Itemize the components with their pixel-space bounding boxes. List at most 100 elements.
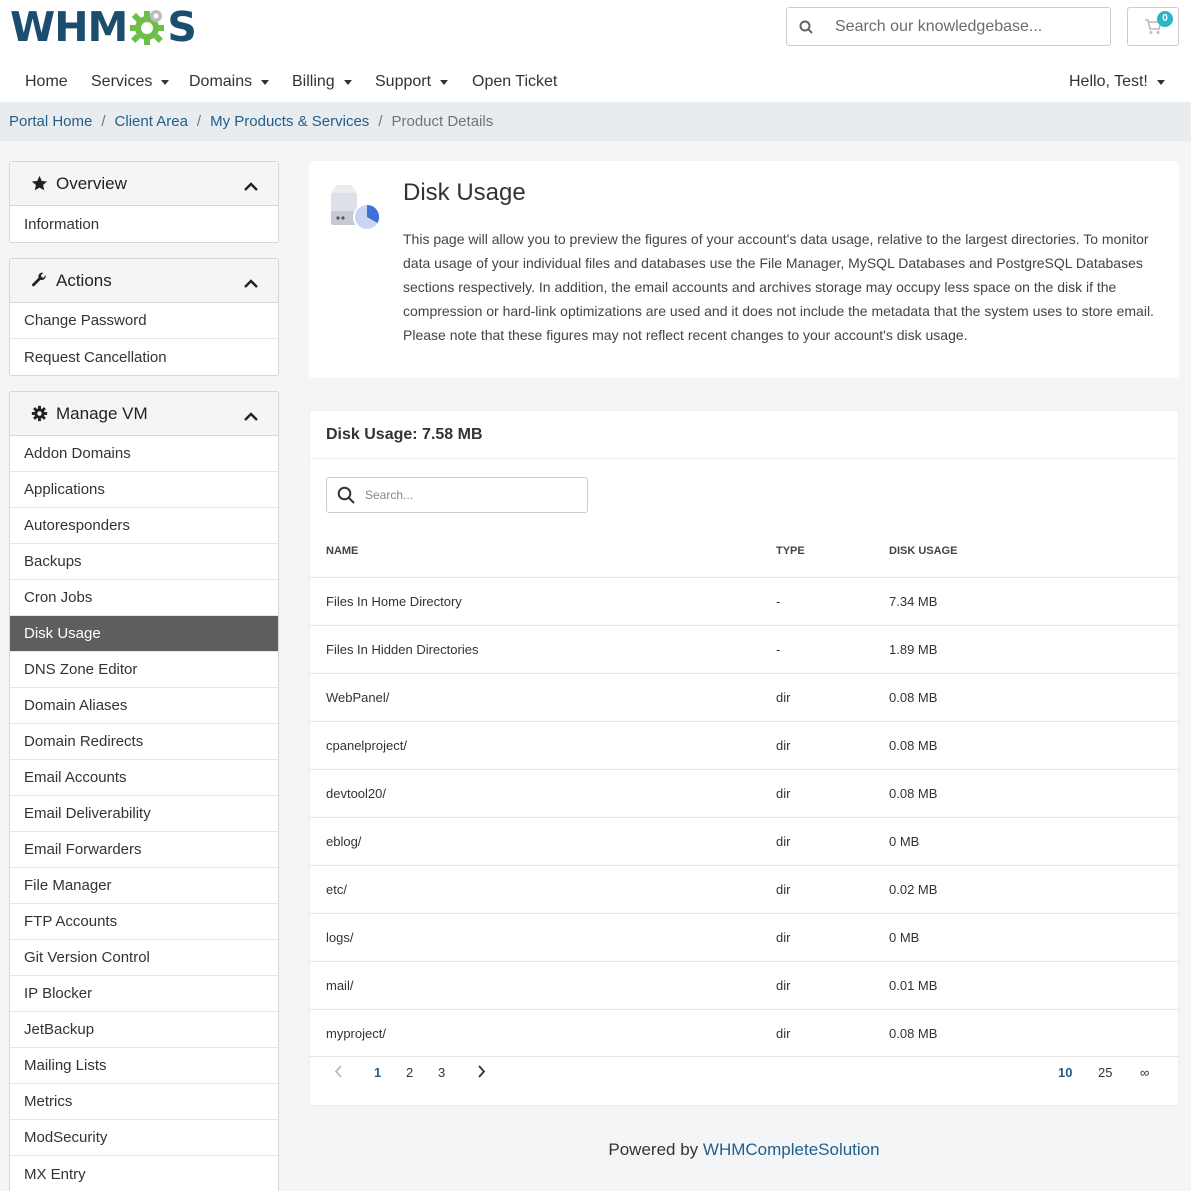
sidebar-item-domain-aliases[interactable]: Domain Aliases — [10, 688, 278, 724]
table-row[interactable]: mail/dir 0.01 MB — [310, 961, 1178, 1009]
cell-type: dir — [776, 786, 791, 801]
nav-billing[interactable]: Billing — [292, 73, 352, 91]
table-row[interactable]: WebPanel/dir 0.08 MB — [310, 673, 1178, 721]
chevron-up-icon[interactable] — [244, 274, 258, 294]
sidebar-item-mx-entry[interactable]: MX Entry — [10, 1156, 278, 1191]
sidebar-item-disk-usage[interactable]: Disk Usage — [10, 616, 278, 652]
manage-panel-header[interactable]: Manage VM — [10, 392, 278, 436]
sidebar-item-modsecurity[interactable]: ModSecurity — [10, 1120, 278, 1156]
footer-prefix: Powered by — [608, 1140, 699, 1159]
sidebar-item-file-manager[interactable]: File Manager — [10, 868, 278, 904]
breadcrumb-my-products[interactable]: My Products & Services — [210, 113, 369, 130]
cell-disk-usage: 7.34 MB — [889, 594, 938, 609]
sidebar-item-autoresponders[interactable]: Autoresponders — [10, 508, 278, 544]
table-row[interactable]: Files In Hidden Directories - 1.89 MB — [310, 625, 1178, 673]
sidebar-item-git-version-control[interactable]: Git Version Control — [10, 940, 278, 976]
nav-home[interactable]: Home — [25, 73, 68, 91]
breadcrumb-client-area[interactable]: Client Area — [115, 113, 188, 130]
page-title: Disk Usage — [403, 179, 526, 206]
cell-name: Files In Hidden Directories — [326, 642, 479, 657]
breadcrumb-portal-home[interactable]: Portal Home — [9, 113, 92, 130]
sidebar-item-cron-jobs[interactable]: Cron Jobs — [10, 580, 278, 616]
cell-disk-usage: 0.08 MB — [889, 738, 938, 753]
nav-domains[interactable]: Domains — [189, 73, 270, 91]
cell-disk-usage: 0.08 MB — [889, 1026, 938, 1041]
cell-name: mail/ — [326, 978, 354, 993]
sidebar-item-change-password[interactable]: Change Password — [10, 303, 278, 339]
sidebar-item-addon-domains[interactable]: Addon Domains — [10, 436, 278, 472]
disk-usage-total: Disk Usage: 7.58 MB — [326, 426, 483, 443]
actions-panel-title: Actions — [56, 270, 112, 290]
table-search[interactable] — [326, 477, 588, 513]
divider — [310, 458, 1178, 459]
knowledgebase-search[interactable] — [786, 7, 1111, 46]
breadcrumb-current: Product Details — [391, 113, 494, 130]
search-icon — [327, 486, 365, 504]
sidebar-item-ftp-accounts[interactable]: FTP Accounts — [10, 904, 278, 940]
sidebar-item-ip-blocker[interactable]: IP Blocker — [10, 976, 278, 1012]
sidebar-item-information[interactable]: Information — [10, 206, 278, 242]
logo-gear-icon — [128, 8, 166, 46]
table-row[interactable]: eblog/dir 0 MB — [310, 817, 1178, 865]
column-header-type[interactable]: TYPE — [776, 545, 805, 557]
sidebar-item-email-forwarders[interactable]: Email Forwarders — [10, 832, 278, 868]
logo[interactable]: WHM S — [10, 3, 197, 51]
sidebar-item-applications[interactable]: Applications — [10, 472, 278, 508]
sidebar-item-domain-redirects[interactable]: Domain Redirects — [10, 724, 278, 760]
sidebar-item-email-accounts[interactable]: Email Accounts — [10, 760, 278, 796]
cell-type: dir — [776, 690, 791, 705]
manage-panel-title: Manage VM — [56, 403, 148, 423]
sidebar-actions-panel: Actions Change Password Request Cancella… — [9, 258, 279, 376]
table-row[interactable]: cpanelproject/dir 0.08 MB — [310, 721, 1178, 769]
nav-support-label: Support — [375, 73, 432, 90]
nav-support[interactable]: Support — [375, 73, 449, 91]
sidebar-item-mailing-lists[interactable]: Mailing Lists — [10, 1048, 278, 1084]
cart-button[interactable]: 0 — [1127, 7, 1179, 46]
page-size-10[interactable]: 10 — [1058, 1065, 1072, 1080]
table-row[interactable]: logs/dir 0 MB — [310, 913, 1178, 961]
table-row[interactable]: myproject/dir 0.08 MB — [310, 1009, 1178, 1057]
cell-disk-usage: 0.08 MB — [889, 786, 938, 801]
sidebar-item-email-deliverability[interactable]: Email Deliverability — [10, 796, 278, 832]
pagination-page-1[interactable]: 1 — [374, 1065, 381, 1080]
pagination-page-2[interactable]: 2 — [406, 1065, 413, 1080]
table-search-input[interactable] — [365, 488, 587, 502]
sidebar-item-jetbackup[interactable]: JetBackup — [10, 1012, 278, 1048]
overview-panel-header[interactable]: Overview — [10, 162, 278, 206]
cell-disk-usage: 0.08 MB — [889, 690, 938, 705]
cell-type: dir — [776, 882, 791, 897]
cell-name: WebPanel/ — [326, 690, 390, 705]
nav-open-ticket[interactable]: Open Ticket — [472, 73, 557, 91]
sidebar-item-request-cancellation[interactable]: Request Cancellation — [10, 339, 278, 375]
caret-down-icon — [440, 79, 449, 85]
column-header-disk-usage[interactable]: DISK USAGE — [889, 545, 957, 557]
table-row[interactable]: devtool20/dir 0.08 MB — [310, 769, 1178, 817]
pagination-page-3[interactable]: 3 — [438, 1065, 445, 1080]
page-size-all[interactable]: ∞ — [1140, 1065, 1149, 1080]
actions-panel-header[interactable]: Actions — [10, 259, 278, 303]
user-menu[interactable]: Hello, Test! — [1069, 73, 1165, 91]
chevron-up-icon[interactable] — [244, 407, 258, 427]
caret-down-icon — [161, 79, 170, 85]
footer: Powered by WHMCompleteSolution — [309, 1140, 1179, 1160]
knowledgebase-search-input[interactable] — [825, 17, 1110, 36]
table-row[interactable]: Files In Home Directory - 7.34 MB — [310, 577, 1178, 625]
caret-down-icon — [261, 79, 270, 85]
cell-name: devtool20/ — [326, 786, 386, 801]
chevron-up-icon[interactable] — [244, 177, 258, 197]
footer-link[interactable]: WHMCompleteSolution — [703, 1140, 880, 1159]
pagination-prev-icon[interactable] — [334, 1065, 342, 1081]
sidebar-item-dns-zone-editor[interactable]: DNS Zone Editor — [10, 652, 278, 688]
column-header-name[interactable]: NAME — [326, 545, 358, 557]
nav-services-label: Services — [91, 73, 153, 90]
cart-count-badge: 0 — [1157, 11, 1173, 27]
page-size-25[interactable]: 25 — [1098, 1065, 1112, 1080]
gear-icon — [30, 405, 48, 423]
logo-text-right: S — [167, 3, 197, 51]
sidebar-item-backups[interactable]: Backups — [10, 544, 278, 580]
table-row[interactable]: etc/dir 0.02 MB — [310, 865, 1178, 913]
cell-type: dir — [776, 738, 791, 753]
sidebar-item-metrics[interactable]: Metrics — [10, 1084, 278, 1120]
nav-services[interactable]: Services — [91, 73, 170, 91]
pagination-next-icon[interactable] — [478, 1065, 486, 1081]
